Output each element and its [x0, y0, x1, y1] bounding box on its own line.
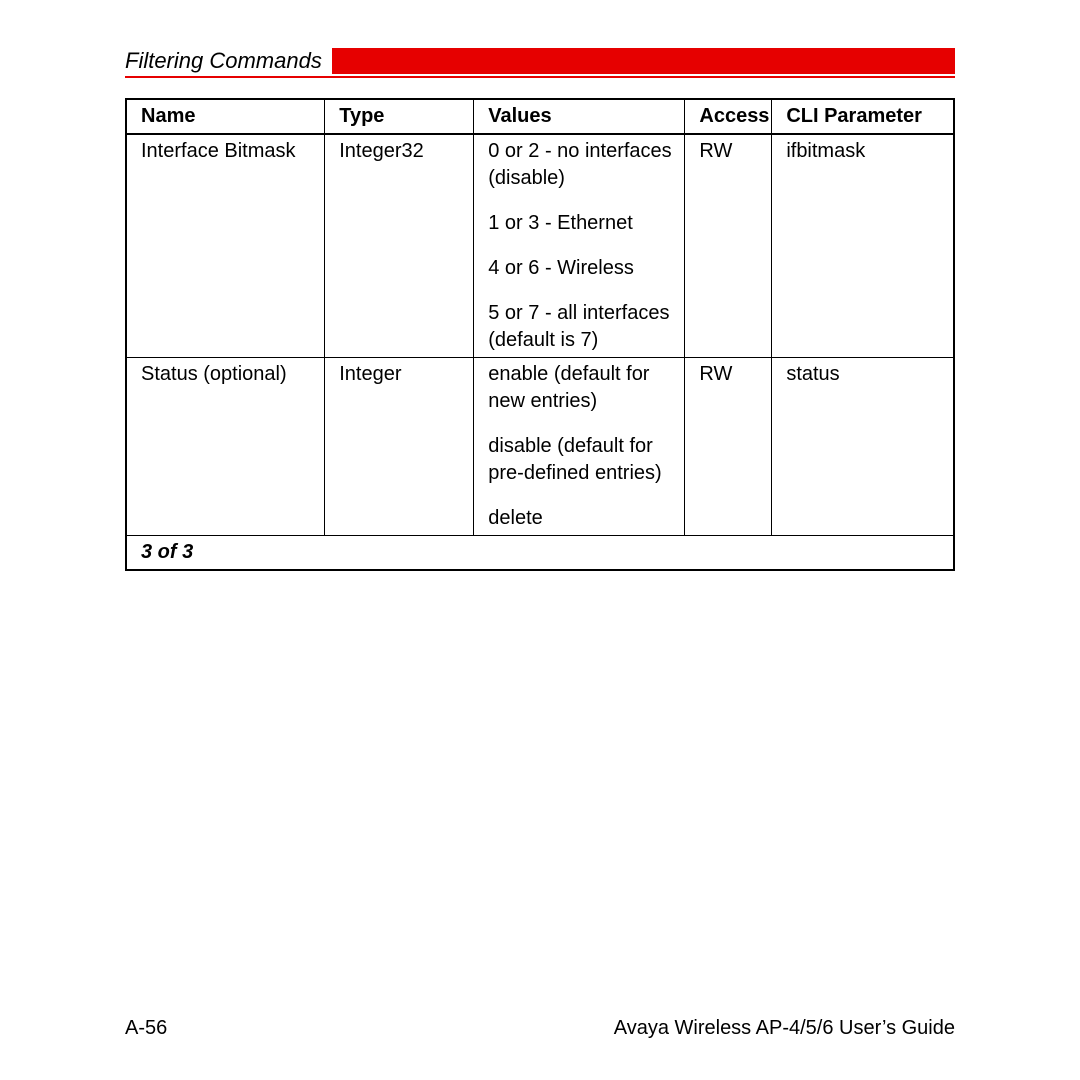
value-item: disable (default for pre-defined entries… [488, 433, 674, 487]
col-header-cli: CLI Parameter [772, 99, 954, 134]
value-item: enable (default for new entries) [488, 361, 674, 415]
cell-values: enable (default for new entries) disable… [474, 358, 685, 536]
col-header-access: Access [685, 99, 772, 134]
table-row: Interface Bitmask Integer32 0 or 2 - no … [126, 134, 954, 358]
parameters-table: Name Type Values Access CLI Parameter In… [125, 98, 955, 571]
value-item: 0 or 2 - no interfaces (disable) [488, 138, 674, 192]
footer-doc-title: Avaya Wireless AP-4/5/6 User’s Guide [614, 1017, 955, 1040]
value-item: delete [488, 505, 674, 532]
header-red-bar [332, 48, 955, 74]
cell-cli: status [772, 358, 954, 536]
col-header-name: Name [126, 99, 325, 134]
header-red-underline [125, 76, 955, 78]
value-item: 5 or 7 - all interfaces (default is 7) [488, 300, 674, 354]
col-header-values: Values [474, 99, 685, 134]
col-header-type: Type [325, 99, 474, 134]
footer-page-number: A-56 [125, 1017, 167, 1040]
cell-name: Status (optional) [126, 358, 325, 536]
cell-values: 0 or 2 - no interfaces (disable) 1 or 3 … [474, 134, 685, 358]
cell-access: RW [685, 134, 772, 358]
cell-access: RW [685, 358, 772, 536]
page-footer: A-56 Avaya Wireless AP-4/5/6 User’s Guid… [125, 1017, 955, 1040]
value-item: 4 or 6 - Wireless [488, 255, 674, 282]
table-row: Status (optional) Integer enable (defaul… [126, 358, 954, 536]
table-header-row: Name Type Values Access CLI Parameter [126, 99, 954, 134]
table-caption-row: 3 of 3 [126, 536, 954, 571]
section-title: Filtering Commands [125, 48, 332, 74]
cell-type: Integer32 [325, 134, 474, 358]
table-caption: 3 of 3 [126, 536, 954, 571]
cell-name: Interface Bitmask [126, 134, 325, 358]
cell-cli: ifbitmask [772, 134, 954, 358]
cell-type: Integer [325, 358, 474, 536]
value-item: 1 or 3 - Ethernet [488, 210, 674, 237]
